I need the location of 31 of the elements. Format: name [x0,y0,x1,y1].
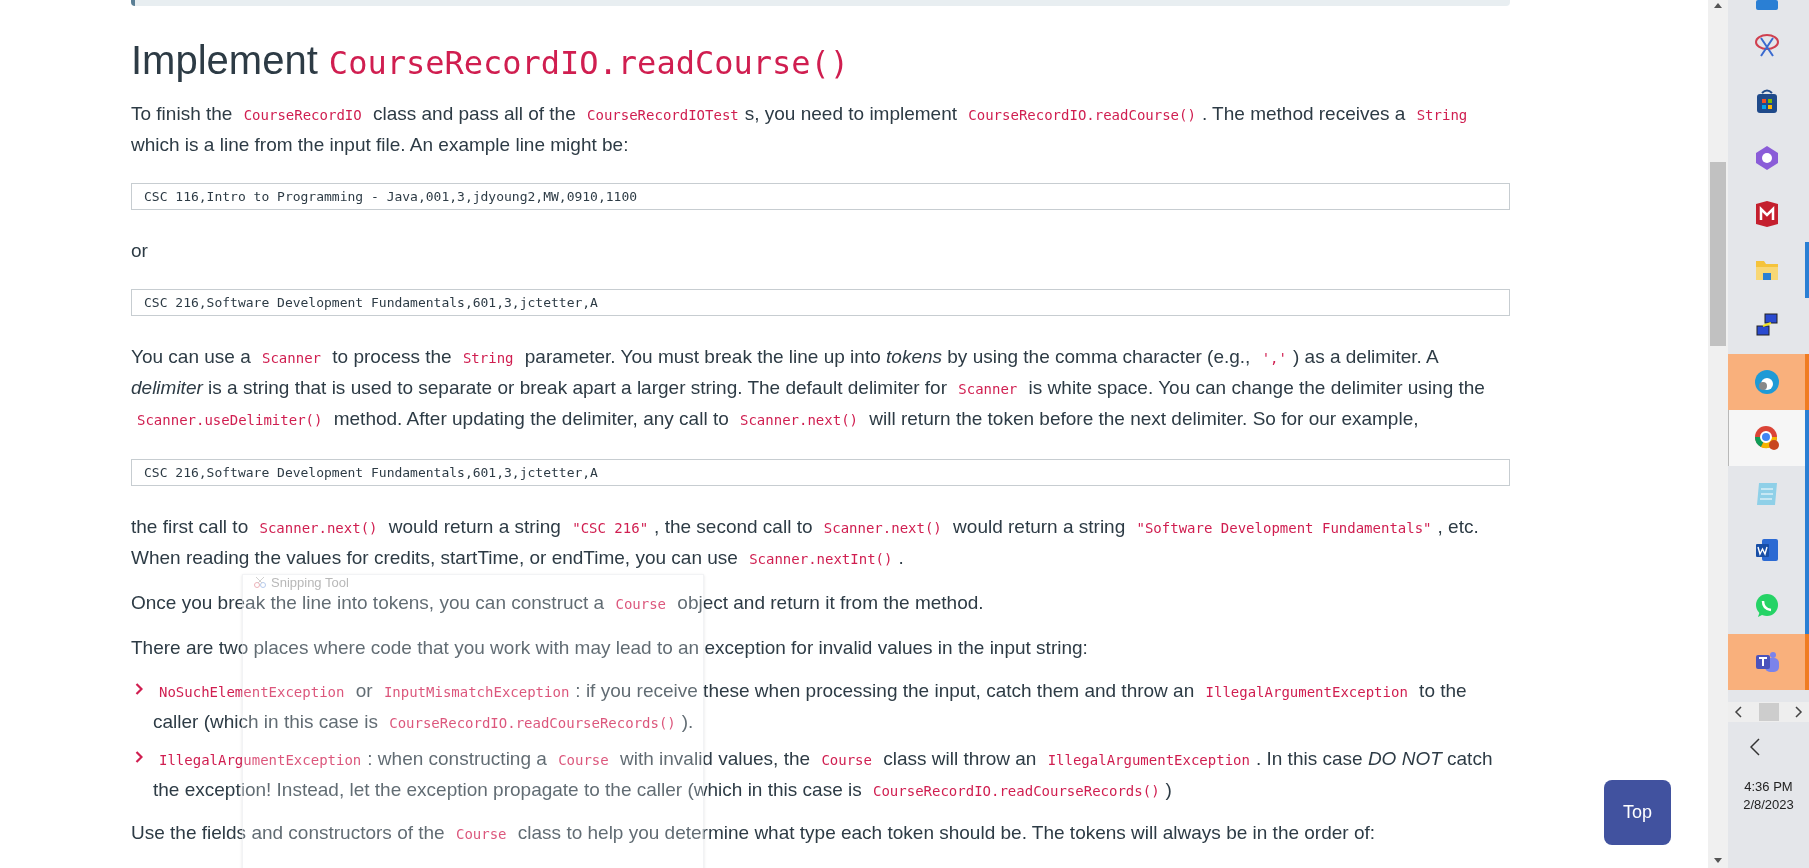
list-item-text: NoSuchElementException or InputMismatchException : if you receive these when processing the input, catch them and throw an IllegalArgumentException to the caller (which in this case is CourseRecordIO.readCourseRecords() ). [153,679,1468,734]
code-block: CSC 216,Software Development Fundamentals,601,3,jctetter,A [131,289,1510,316]
clock-date[interactable]: 2/8/2023 [1743,796,1794,814]
page-heading: Implement CourseRecordIO.readCourse() [131,37,851,84]
chevron-right-icon [135,683,143,695]
paragraph: You can use a Scanner to process the String parameter. You must break the line up into tokens by using the comma character (e.g., ',' ) as a delimiter. A delimiter is a string that is used to separate or break apart a larger string. The default delimiter for Scanner is white space. You can change the delimiter using the Scanner.useDelimiter() method. After updating the delimiter, any call to Scanner.next() will return the token before the next delimiter. So for our example, [131,345,1486,431]
browser-icon [1753,424,1781,452]
window-title: Snipping Tool [271,576,349,589]
code-block: CSC 116,Intro to Programming - Java,001,3,jdyoung2,MW,0910,1100 [131,183,1510,210]
chevron-right-icon [135,751,143,763]
scroll-left-icon[interactable] [1734,706,1742,718]
scroll-down-icon[interactable] [1714,858,1722,863]
taskbar-app-button[interactable] [1728,634,1809,690]
browser-icon [1752,368,1781,396]
code-block: CSC 216,Software Development Fundamentals,601,3,jctetter,A [131,459,1510,486]
list-item-text: IllegalArgumentException : when constructing a Course with invalid values, the Course class will throw an IllegalArgumentException . In this case DO NOT catch the exception! Instead, let the exception propagate to the caller (which in this case is CourseRecordIO.readCourseRecords() ) [153,747,1494,802]
paragraph: To finish the CourseRecordIO class and pass all of the CourseRecordIOTest s, you need to implement CourseRecordIO.readCourse() . The method receives a String which is a line from the input file. An example line might be: [131,102,1469,157]
clock-time[interactable]: 4:36 PM [1744,778,1793,796]
paragraph: Once you break the line into tokens, you can construct a Course object and return it from the method. [131,591,985,615]
scissors-icon [253,576,267,589]
back-to-top-button[interactable]: Top [1604,780,1671,845]
scroll-up-icon[interactable] [1714,3,1722,8]
scrollbar-thumb[interactable] [1710,162,1726,346]
chevron-left-icon[interactable] [1750,738,1760,756]
scroll-thumb[interactable] [1758,703,1779,721]
paragraph: or [131,239,149,263]
scroll-right-icon[interactable] [1795,706,1803,718]
taskbar-app-button[interactable] [1728,410,1809,466]
paragraph: the first call to Scanner.next() would return a string "CSC 216" , the second call to Scanner.next() would return a string "Software Development Fundamentals" , etc. When reading the values for credits, startTime, or endTime, you can use Scanner.nextInt() . [131,515,1480,570]
paragraph: Use the fields and constructors of the Course class to help you determine what type each token should be. The tokens will always be in the order of: [131,821,1377,845]
paragraph: There are two places where code that you work with may lead to an exception for invalid values in the input string: [131,636,1089,660]
